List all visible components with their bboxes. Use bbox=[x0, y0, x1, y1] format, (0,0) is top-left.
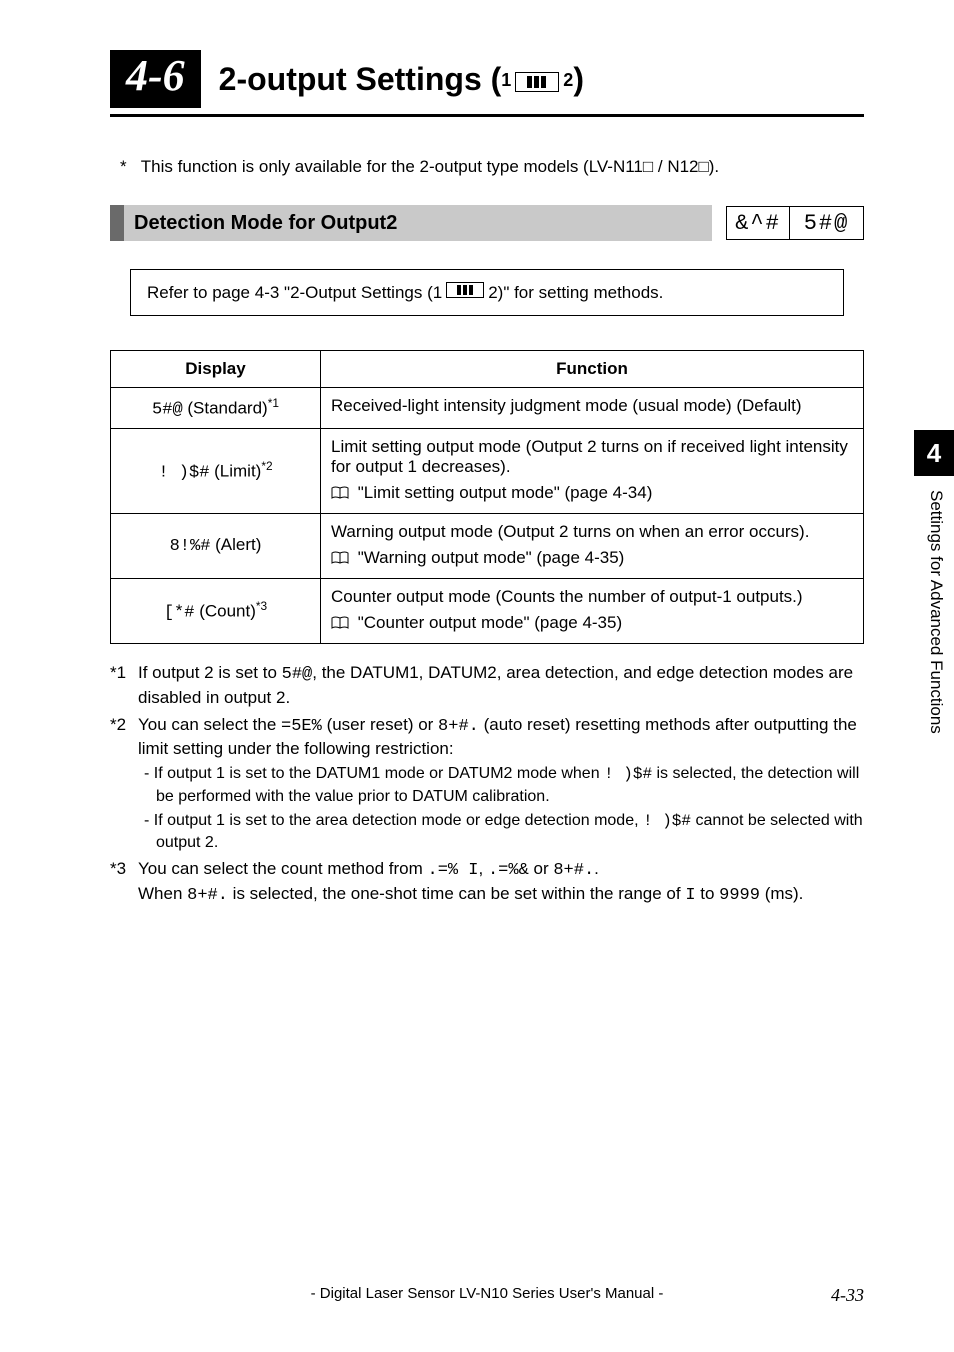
title-text-a: 2-output Settings ( bbox=[219, 61, 502, 97]
bullets-icon bbox=[515, 63, 559, 100]
table-row: [*# (Count)*3 Counter output mode (Count… bbox=[111, 578, 864, 643]
side-text: Settings for Advanced Functions bbox=[926, 490, 946, 810]
seg-right: 5#@ bbox=[790, 206, 864, 240]
cell-function: Limit setting output mode (Output 2 turn… bbox=[321, 428, 864, 513]
disp-code: [*# bbox=[164, 603, 195, 622]
disp-code: 5#@ bbox=[152, 401, 183, 420]
section-title: 2-output Settings (1 2) bbox=[219, 61, 584, 100]
subheader-chip bbox=[110, 205, 124, 241]
function-table: Display Function 5#@ (Standard)*1 Receiv… bbox=[110, 350, 864, 644]
bullets-left-num: 1 bbox=[501, 70, 511, 90]
func-ref: "Counter output mode" (page 4-35) bbox=[331, 613, 853, 635]
note-text: This function is only available for the … bbox=[141, 157, 719, 176]
cell-display: ! )$# (Limit)*2 bbox=[111, 428, 321, 513]
table-head-row: Display Function bbox=[111, 351, 864, 388]
subheader-bar: Detection Mode for Output2 bbox=[110, 205, 712, 241]
seg-left: &^# bbox=[726, 206, 790, 240]
th-function: Function bbox=[321, 351, 864, 388]
disp-label: (Standard) bbox=[183, 399, 268, 418]
th-display: Display bbox=[111, 351, 321, 388]
cell-function: Warning output mode (Output 2 turns on w… bbox=[321, 513, 864, 578]
footer-center: - Digital Laser Sensor LV-N10 Series Use… bbox=[110, 1285, 864, 1302]
top-note: * This function is only available for th… bbox=[120, 157, 864, 177]
cell-display: 5#@ (Standard)*1 bbox=[111, 388, 321, 429]
footnotes: *1 If output 2 is set to 5#@, the DATUM1… bbox=[110, 662, 864, 908]
subheader-row: Detection Mode for Output2 &^# 5#@ bbox=[110, 205, 864, 241]
func-text-a: Counter output mode (Counts the number o… bbox=[331, 587, 853, 607]
footnote-1: *1 If output 2 is set to 5#@, the DATUM1… bbox=[110, 662, 864, 710]
book-icon bbox=[331, 615, 349, 635]
table-row: 5#@ (Standard)*1 Received-light intensit… bbox=[111, 388, 864, 429]
fn-body: If output 2 is set to 5#@, the DATUM1, D… bbox=[138, 662, 864, 710]
table-row: 8!%# (Alert) Warning output mode (Output… bbox=[111, 513, 864, 578]
func-text-b: "Counter output mode" (page 4-35) bbox=[358, 613, 622, 632]
refer-box: Refer to page 4-3 "2-Output Settings (1 … bbox=[130, 269, 844, 316]
refer-a: Refer to page 4-3 "2-Output Settings (1 bbox=[147, 283, 442, 303]
disp-sup: *3 bbox=[256, 599, 267, 613]
fn-dash-2: - If output 1 is set to the area detecti… bbox=[138, 810, 864, 854]
disp-label: (Count) bbox=[194, 601, 255, 620]
fn-tag: *2 bbox=[110, 714, 138, 854]
disp-label: (Alert) bbox=[210, 535, 261, 554]
func-text: Received-light intensity judgment mode (… bbox=[331, 396, 802, 415]
cell-function: Received-light intensity judgment mode (… bbox=[321, 388, 864, 429]
bullets-right-num: 2 bbox=[563, 70, 573, 90]
disp-label: (Limit) bbox=[209, 461, 261, 480]
func-text-a: Warning output mode (Output 2 turns on w… bbox=[331, 522, 853, 542]
footnote-2: *2 You can select the =5E% (user reset) … bbox=[110, 714, 864, 854]
title-text-b: ) bbox=[573, 61, 584, 97]
fn-tag: *1 bbox=[110, 662, 138, 710]
disp-sup: *2 bbox=[261, 459, 272, 473]
section-header: 4-6 2-output Settings (1 2) bbox=[110, 50, 864, 117]
func-text-b: "Limit setting output mode" (page 4-34) bbox=[358, 483, 653, 502]
func-text-b: "Warning output mode" (page 4-35) bbox=[358, 548, 625, 567]
section-number: 4-6 bbox=[110, 50, 201, 108]
note-star: * bbox=[120, 157, 127, 176]
disp-sup: *1 bbox=[268, 396, 279, 410]
fn-body: You can select the =5E% (user reset) or … bbox=[138, 714, 864, 854]
cell-display: [*# (Count)*3 bbox=[111, 578, 321, 643]
table-row: ! )$# (Limit)*2 Limit setting output mod… bbox=[111, 428, 864, 513]
disp-code: ! )$# bbox=[158, 463, 209, 482]
footnote-3: *3 You can select the count method from … bbox=[110, 858, 864, 908]
bullets-icon-small bbox=[446, 282, 484, 303]
refer-b: 2)" for setting methods. bbox=[488, 283, 663, 303]
side-tab: 4 bbox=[914, 430, 954, 476]
segment-display: &^# 5#@ bbox=[726, 206, 864, 240]
func-ref: "Warning output mode" (page 4-35) bbox=[331, 548, 853, 570]
func-ref: "Limit setting output mode" (page 4-34) bbox=[331, 483, 853, 505]
subheader-text: Detection Mode for Output2 bbox=[134, 212, 397, 235]
func-text-a: Limit setting output mode (Output 2 turn… bbox=[331, 437, 853, 477]
book-icon bbox=[331, 550, 349, 570]
fn-body: You can select the count method from .=%… bbox=[138, 858, 864, 908]
footer: - Digital Laser Sensor LV-N10 Series Use… bbox=[110, 1285, 864, 1306]
fn-tag: *3 bbox=[110, 858, 138, 908]
cell-function: Counter output mode (Counts the number o… bbox=[321, 578, 864, 643]
book-icon bbox=[331, 485, 349, 505]
fn3-line2: When 8+#. is selected, the one-shot time… bbox=[138, 883, 864, 908]
cell-display: 8!%# (Alert) bbox=[111, 513, 321, 578]
disp-code: 8!%# bbox=[170, 537, 211, 556]
fn-dash-1: - If output 1 is set to the DATUM1 mode … bbox=[138, 763, 864, 807]
